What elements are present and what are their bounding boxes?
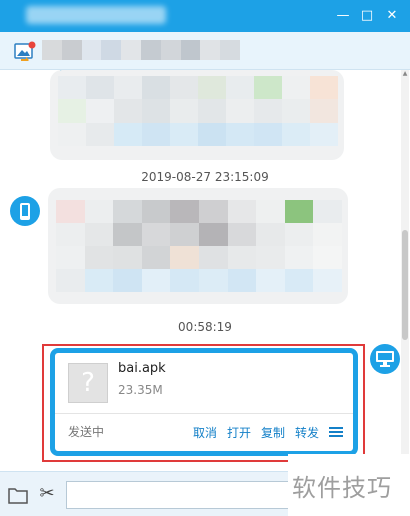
phone-icon	[20, 203, 30, 220]
divider	[55, 413, 353, 414]
chat-scrollbar[interactable]: ▲ ▼	[401, 70, 409, 470]
phone-avatar[interactable]	[10, 196, 40, 226]
file-message-card[interactable]: ? bai.apk 23.35M 发送中 取消 打开 复制 转发	[50, 348, 358, 456]
message-timestamp: 00:58:19	[178, 320, 232, 334]
title-bar: — □ ✕	[0, 0, 410, 32]
more-menu-icon[interactable]	[329, 427, 343, 437]
folder-icon[interactable]	[8, 486, 28, 504]
window-title-redacted	[26, 6, 166, 24]
transfer-status: 发送中	[68, 425, 105, 439]
scrollbar-thumb[interactable]	[402, 230, 408, 340]
monitor-icon	[376, 351, 394, 367]
contact-bar	[0, 32, 410, 70]
redacted-image	[56, 200, 342, 292]
file-name: bai.apk	[118, 361, 166, 376]
scroll-up-icon[interactable]: ▲	[401, 70, 409, 78]
message-timestamp: 2019-08-27 23:15:09	[141, 170, 269, 184]
chat-history: 2019-08-27 23:15:09 00:58:19 ? bai.apk 2…	[0, 70, 410, 482]
forward-button[interactable]: 转发	[295, 424, 319, 441]
copy-button[interactable]: 复制	[261, 424, 285, 441]
maximize-button[interactable]: □	[358, 7, 376, 25]
close-button[interactable]: ✕	[383, 7, 401, 25]
watermark: 软件技巧	[288, 454, 410, 516]
image-message[interactable]	[50, 70, 344, 160]
minimize-button[interactable]: —	[334, 7, 352, 25]
pc-avatar[interactable]	[370, 344, 400, 374]
redacted-image	[58, 76, 338, 146]
contact-name-redacted	[42, 40, 240, 60]
scissors-icon[interactable]: ✂	[36, 481, 58, 507]
watermark-text: 软件技巧	[292, 474, 392, 502]
cancel-button[interactable]: 取消	[193, 424, 217, 441]
send-image-icon[interactable]	[14, 41, 36, 61]
unknown-file-icon: ?	[68, 363, 108, 403]
message-input[interactable]	[66, 481, 296, 509]
image-message[interactable]	[48, 188, 348, 304]
file-size: 23.35M	[118, 383, 163, 397]
open-button[interactable]: 打开	[227, 424, 251, 441]
